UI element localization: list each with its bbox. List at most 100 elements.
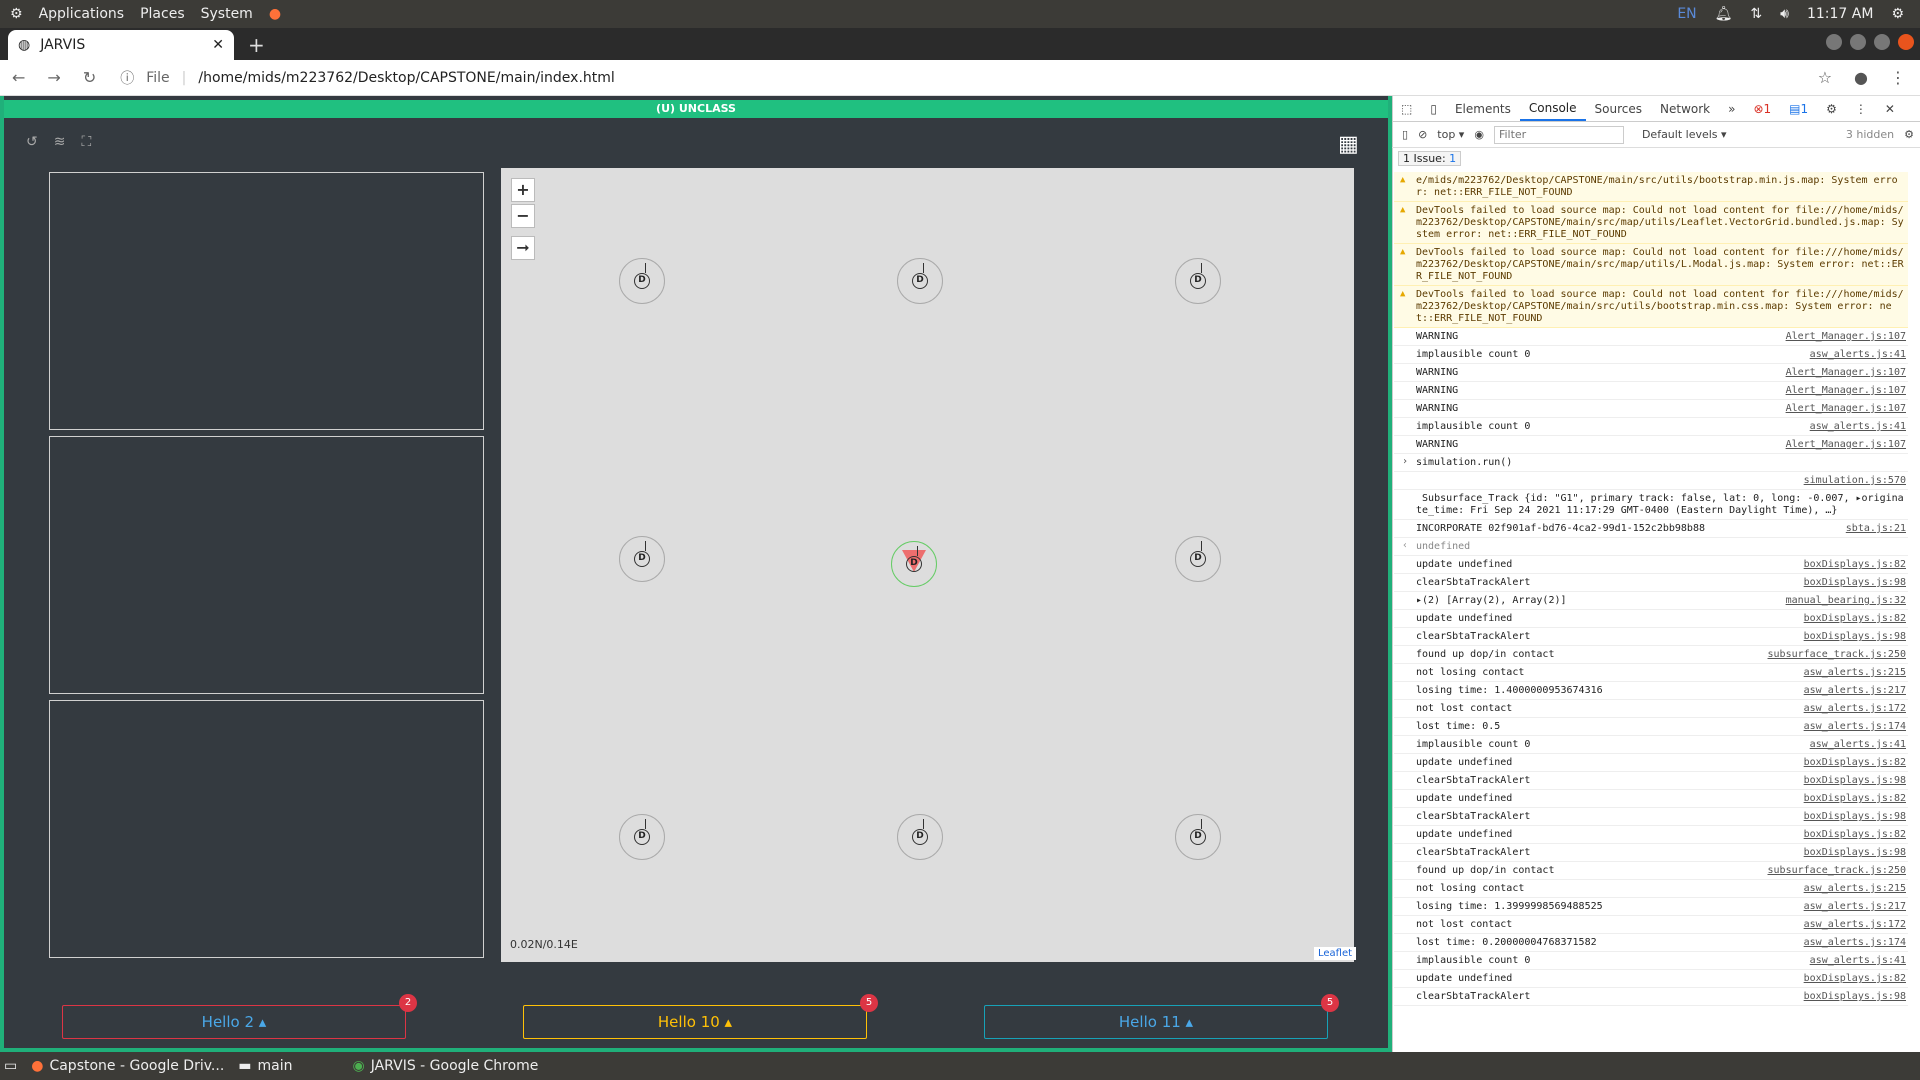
firefox-icon[interactable]: ● [269, 6, 281, 22]
menu-applications[interactable]: Applications [39, 6, 125, 22]
log-source-link[interactable]: boxDisplays.js:98 [1804, 991, 1906, 1003]
log-source-link[interactable]: boxDisplays.js:82 [1804, 757, 1906, 769]
log-source-link[interactable]: boxDisplays.js:82 [1804, 559, 1906, 571]
log-source-link[interactable]: Alert_Manager.js:107 [1786, 385, 1906, 397]
map[interactable]: + − ➞ D D D D D D D D D [501, 168, 1354, 962]
message-count[interactable]: ▤1 [1780, 102, 1817, 116]
device-icon[interactable]: ▯ [1421, 102, 1446, 116]
down-icon[interactable] [1826, 34, 1842, 50]
volume-icon[interactable]: 🔊︎ [1780, 6, 1789, 22]
sonobuoy-marker[interactable]: D [1175, 814, 1221, 860]
sidebar-icon[interactable]: ▯ [1402, 128, 1408, 141]
alert-button-hello-2[interactable]: Hello 2 ▴ [62, 1005, 406, 1039]
show-desktop-icon[interactable]: ▭ [4, 1058, 17, 1074]
eye-icon[interactable]: ◉ [1474, 128, 1484, 141]
network-icon[interactable]: ⇅ [1750, 6, 1762, 22]
clear-icon[interactable]: ⊘ [1418, 128, 1427, 141]
tab-jarvis[interactable]: ◍ JARVIS ✕ [8, 30, 234, 60]
log-source-link[interactable]: simulation.js:570 [1804, 475, 1906, 487]
log-source-link[interactable]: asw_alerts.js:41 [1810, 739, 1906, 751]
context-select[interactable]: top ▾ [1437, 128, 1464, 141]
sonobuoy-marker[interactable]: D [1175, 536, 1221, 582]
log-source-link[interactable]: manual_bearing.js:32 [1786, 595, 1906, 607]
log-source-link[interactable]: boxDisplays.js:82 [1804, 973, 1906, 985]
menu-places[interactable]: Places [140, 6, 185, 22]
minimize-button[interactable] [1850, 34, 1866, 50]
forward-icon[interactable]: → [47, 68, 60, 87]
tab-sources[interactable]: Sources [1586, 102, 1651, 116]
log-source-link[interactable]: Alert_Manager.js:107 [1786, 403, 1906, 415]
profile-icon[interactable]: ● [1854, 68, 1868, 87]
log-source-link[interactable]: asw_alerts.js:172 [1804, 703, 1906, 715]
url-scheme[interactable]: File [146, 70, 169, 86]
url-text[interactable]: /home/mids/m223762/Desktop/CAPSTONE/main… [198, 70, 614, 86]
log-source-link[interactable]: asw_alerts.js:41 [1810, 349, 1906, 361]
taskbar-item[interactable]: ● Capstone - Google Driv... [31, 1058, 224, 1074]
log-source-link[interactable]: boxDisplays.js:98 [1804, 577, 1906, 589]
more-tabs-icon[interactable]: » [1719, 102, 1744, 116]
log-source-link[interactable]: sbta.js:21 [1846, 523, 1906, 535]
log-source-link[interactable]: boxDisplays.js:82 [1804, 613, 1906, 625]
log-source-link[interactable]: boxDisplays.js:82 [1804, 793, 1906, 805]
taskbar-item[interactable]: ▬ main [238, 1058, 292, 1074]
tab-elements[interactable]: Elements [1446, 102, 1520, 116]
info-icon[interactable]: ⓘ [120, 68, 134, 88]
console-log[interactable]: e/mids/m223762/Desktop/CAPSTONE/main/src… [1394, 172, 1908, 1032]
log-source-link[interactable]: subsurface_track.js:250 [1768, 649, 1906, 661]
layers-icon[interactable]: ≋ [54, 134, 66, 150]
zoom-in-button[interactable]: + [511, 178, 535, 202]
issues-button[interactable]: 1 Issue: 1 [1398, 151, 1462, 166]
back-icon[interactable]: ← [12, 68, 25, 87]
new-tab-button[interactable]: + [248, 33, 265, 57]
close-window-button[interactable] [1898, 34, 1914, 50]
sonobuoy-marker[interactable]: D [619, 536, 665, 582]
log-source-link[interactable]: subsurface_track.js:250 [1768, 865, 1906, 877]
language-indicator[interactable]: EN [1677, 6, 1696, 22]
filter-input[interactable] [1493, 125, 1624, 144]
reload-icon[interactable]: ↻ [83, 68, 96, 87]
log-source-link[interactable]: boxDisplays.js:98 [1804, 631, 1906, 643]
inspect-icon[interactable]: ⬚ [1392, 102, 1421, 116]
leaflet-attribution[interactable]: Leaflet [1314, 947, 1357, 960]
sonobuoy-marker[interactable]: D [619, 258, 665, 304]
log-source-link[interactable]: asw_alerts.js:217 [1804, 685, 1906, 697]
log-source-link[interactable]: asw_alerts.js:41 [1810, 955, 1906, 967]
log-source-link[interactable]: asw_alerts.js:174 [1804, 937, 1906, 949]
alert-button-hello-11[interactable]: Hello 11 ▴ [984, 1005, 1328, 1039]
menu-icon[interactable]: ⋮ [1890, 68, 1906, 87]
log-source-link[interactable]: Alert_Manager.js:107 [1786, 439, 1906, 451]
levels-select[interactable]: Default levels ▾ [1642, 128, 1727, 141]
tab-console[interactable]: Console [1519, 97, 1586, 121]
kebab-icon[interactable]: ⋮ [1846, 102, 1876, 116]
settings-icon[interactable]: ⚙ [1891, 6, 1904, 22]
fullscreen-icon[interactable]: ⛶ [81, 134, 91, 150]
log-source-link[interactable]: boxDisplays.js:98 [1804, 775, 1906, 787]
settings-icon[interactable]: ⚙ [1817, 102, 1846, 116]
sonobuoy-marker[interactable]: D [897, 258, 943, 304]
settings-icon[interactable]: ⚙ [1904, 128, 1914, 141]
error-count[interactable]: ⊗1 [1744, 102, 1780, 116]
menu-system[interactable]: System [201, 6, 253, 22]
log-source-link[interactable]: asw_alerts.js:215 [1804, 883, 1906, 895]
close-icon[interactable]: ✕ [212, 37, 224, 53]
maximize-button[interactable] [1874, 34, 1890, 50]
log-source-link[interactable]: asw_alerts.js:41 [1810, 421, 1906, 433]
active-sonobuoy-marker[interactable]: D [891, 541, 937, 587]
log-source-link[interactable]: boxDisplays.js:82 [1804, 829, 1906, 841]
taskbar-item[interactable]: ◉ JARVIS - Google Chrome [353, 1058, 539, 1074]
reset-icon[interactable]: ↺ [26, 134, 38, 150]
sonobuoy-marker[interactable]: D [619, 814, 665, 860]
clock[interactable]: 11:17 AM [1807, 6, 1873, 22]
tab-network[interactable]: Network [1651, 102, 1719, 116]
log-source-link[interactable]: Alert_Manager.js:107 [1786, 367, 1906, 379]
sonobuoy-marker[interactable]: D [897, 814, 943, 860]
zoom-out-button[interactable]: − [511, 204, 535, 228]
bell-icon[interactable]: 🔔︎ [1715, 6, 1733, 22]
log-source-link[interactable]: boxDisplays.js:98 [1804, 811, 1906, 823]
close-icon[interactable]: ✕ [1876, 102, 1904, 116]
arrow-right-icon[interactable]: ➞ [511, 236, 535, 260]
gnome-foot-icon[interactable]: ⚙ [10, 6, 23, 22]
grid-menu-icon[interactable]: ▦ [1338, 132, 1359, 157]
log-source-link[interactable]: asw_alerts.js:215 [1804, 667, 1906, 679]
alert-button-hello-10[interactable]: Hello 10 ▴ [523, 1005, 867, 1039]
